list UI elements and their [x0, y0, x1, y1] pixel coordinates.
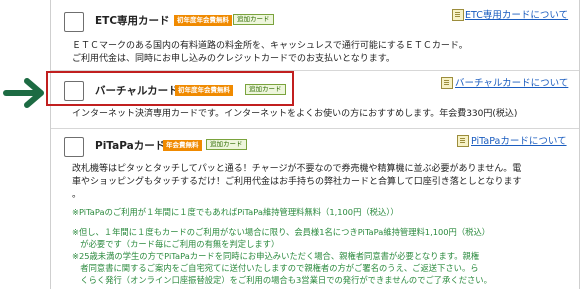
document-link-icon	[452, 9, 464, 21]
pitapa-note-1: ※PiTaPaのご利用が１年間に１度でもあればPiTaPa維持管理料無料（1,1…	[72, 207, 399, 217]
additional-card-badge: 追加カード	[206, 139, 247, 150]
pitapa-description-line-2: 車やショッピングもタッチするだけ！ご利用代金はお手持ちの弊社カードと合算して口座…	[72, 177, 522, 187]
arrow-right-icon	[3, 78, 44, 108]
pitapa-card-title: PiTaPaカード	[95, 140, 166, 152]
virtual-card-highlight-box	[46, 71, 294, 106]
virtual-card-info-link[interactable]: バーチャルカードについて	[455, 75, 568, 89]
pitapa-note-3: が必要です（カード毎にご利用の有無を判定します）	[72, 239, 280, 249]
additional-card-badge: 追加カード	[233, 14, 274, 25]
annual-fee-free-badge: 年会費無料	[163, 140, 202, 151]
etc-card-title: ETC専用カード	[95, 15, 170, 27]
pitapa-note-6: くらく発行（オンライン口座振替設定）をご利用の場合も3営業日での発行ができません…	[72, 275, 492, 285]
pitapa-note-2: ※但し、１年間に１度もカードのご利用がない場合に限り、会員様1名につきPiTaP…	[72, 227, 491, 237]
pitapa-card-checkbox[interactable]	[64, 137, 84, 157]
pitapa-card-info-link[interactable]: PiTaPaカードについて	[471, 133, 567, 147]
pitapa-description-line-1: 改札機等はピタッとタッチしてパッと通る！チャージが不要なので券売機や精算機に並ぶ…	[72, 164, 522, 174]
document-link-icon	[457, 135, 469, 147]
etc-card-description-line-2: ご利用代金は、同時にお申し込みのクレジットカードでのお支払いとなります。	[72, 54, 395, 64]
card-options-panel: ETC専用カード 初年度年会費無料 追加カード ETC専用カードについて ＥＴＣ…	[50, 0, 580, 289]
etc-card-checkbox[interactable]	[64, 12, 84, 32]
etc-card-description-line-1: ＥＴＣマークのある国内の有料道路の料金所を、キャッシュレスで通行可能にするＥＴＣ…	[72, 41, 468, 51]
virtual-card-description: インターネット決済専用カードです。インターネットをよくお使いの方におすすめします…	[72, 109, 518, 119]
pitapa-description-line-3: 。	[72, 190, 82, 200]
pitapa-card-section: PiTaPaカード 年会費無料 追加カード PiTaPaカードについて 改札機等…	[51, 129, 579, 289]
pitapa-note-5: 者同意書に関するご案内をご自宅宛てに送付いたしますので親権者の方がご署名のうえ、…	[72, 263, 479, 273]
document-link-icon	[441, 77, 453, 89]
pitapa-note-4: ※25歳未満の学生の方でPiTaPaカードを同時にお申込みいただく場合、親権者同…	[72, 251, 480, 261]
first-year-free-badge: 初年度年会費無料	[174, 15, 232, 26]
etc-card-section: ETC専用カード 初年度年会費無料 追加カード ETC専用カードについて ＥＴＣ…	[51, 0, 579, 70]
etc-card-info-link[interactable]: ETC専用カードについて	[465, 7, 568, 21]
